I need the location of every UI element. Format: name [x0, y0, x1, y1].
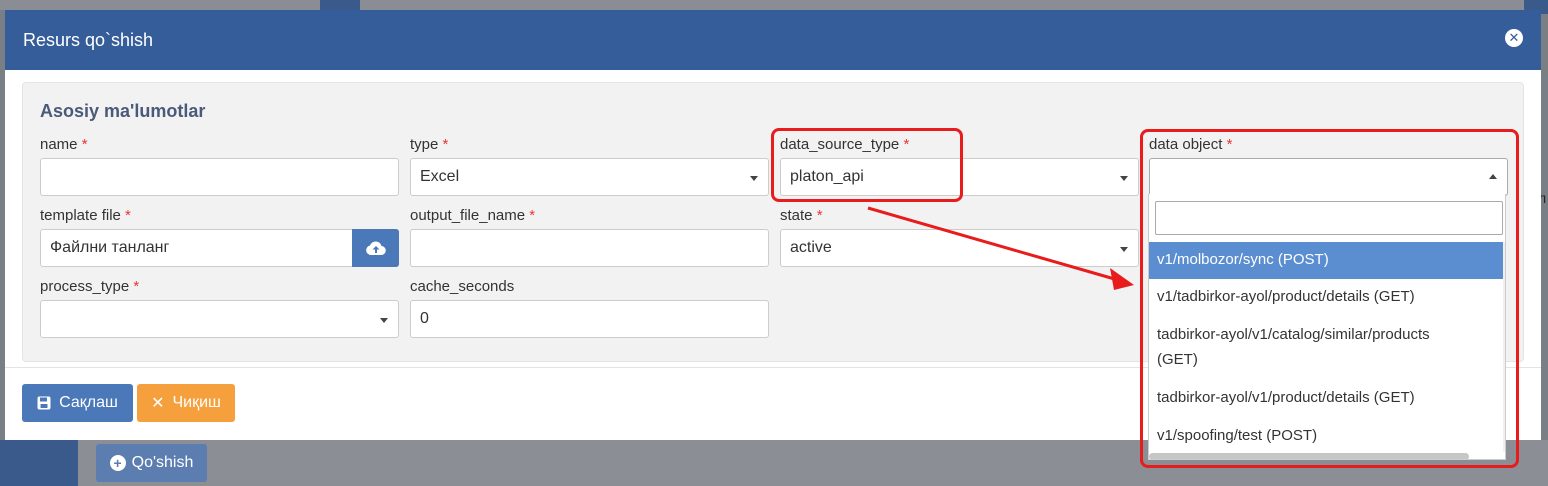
annotation-arrow [867, 206, 1134, 290]
